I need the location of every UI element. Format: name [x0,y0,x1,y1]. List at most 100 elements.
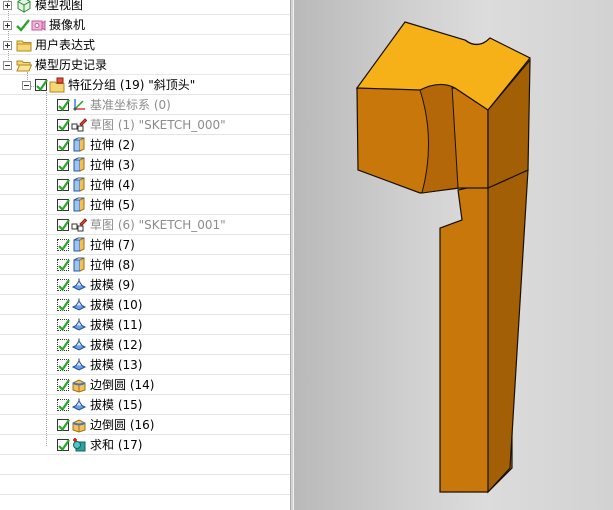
tree-row-cameras[interactable]: 摄像机 [0,15,290,35]
tree-row-label: 特征分组 (19) "斜顶头" [68,78,196,92]
tree-row-label: 拔模 (9) [90,278,135,292]
visibility-checkbox[interactable] [57,379,70,392]
tree-row-label: 模型视图 [35,0,84,12]
model-head-front-face [356,87,489,194]
tree-row-model-views[interactable]: 模型视图 [0,0,290,15]
tree-row-model-history[interactable]: 模型历史记录 [0,55,290,75]
collapse-toggle[interactable] [3,60,12,70]
tree-row-feature-group[interactable]: 特征分组 (19) "斜顶头" [0,75,290,95]
tree-row-label: 拔模 (15) [90,398,143,412]
tree-row-label: 摄像机 [49,18,86,32]
tree-row-label: 拉伸 (2) [90,138,135,152]
tree-row-empty [0,475,290,495]
tree-row-label: 拔模 (11) [90,318,143,332]
extrude-icon [71,157,87,173]
visibility-checkbox[interactable] [57,259,70,272]
tree-row-draft-9[interactable]: 拔模 (9) [0,275,290,295]
tree-row-label: 拉伸 (3) [90,158,135,172]
tree-row-label: 拉伸 (4) [90,178,135,192]
part-navigator-panel: 模型视图 摄像机 用户表达式 模型历史记录 特征分组 (19) "斜顶头" 基准… [0,0,290,510]
folder-open-icon [16,57,33,73]
visibility-checkbox[interactable] [57,119,70,132]
visibility-checkbox[interactable] [57,299,70,312]
tree-row-edge-blend-16[interactable]: 边倒圆 (16) [0,415,290,435]
tree-row-label: 基准坐标系 (0) [90,98,171,112]
tree-row-edge-blend-14[interactable]: 边倒圆 (14) [0,375,290,395]
visibility-checkbox[interactable] [35,79,48,92]
tree-row-label: 用户表达式 [35,38,96,52]
visibility-checkbox[interactable] [57,399,70,412]
datum-csys-icon [71,97,87,113]
tree-row-datum-csys[interactable]: 基准坐标系 (0) [0,95,290,115]
visibility-checkbox[interactable] [57,219,70,232]
edge-blend-icon [71,417,87,433]
sketch-icon [71,217,88,233]
extrude-icon [71,197,87,213]
visibility-checkbox[interactable] [57,179,70,192]
tree-row-extrude-3[interactable]: 拉伸 (3) [0,155,290,175]
checkmark-icon [16,17,30,33]
tree-row-label: 边倒圆 (14) [90,378,155,392]
visibility-checkbox[interactable] [57,199,70,212]
visibility-checkbox[interactable] [57,279,70,292]
visibility-checkbox[interactable] [57,359,70,372]
visibility-checkbox[interactable] [57,419,70,432]
tree-row-user-expressions[interactable]: 用户表达式 [0,35,290,55]
tree-row-draft-12[interactable]: 拔模 (12) [0,335,290,355]
graphics-viewport[interactable] [294,0,613,510]
tree-row-extrude-4[interactable]: 拉伸 (4) [0,175,290,195]
tree-row-label: 拉伸 (8) [90,258,135,272]
unite-icon [71,437,87,453]
visibility-checkbox[interactable] [57,139,70,152]
tree-row-label: 拉伸 (5) [90,198,135,212]
tree-row-sketch-6[interactable]: 草图 (6) "SKETCH_001" [0,215,290,235]
tree-row-extrude-7[interactable]: 拉伸 (7) [0,235,290,255]
tree-row-draft-10[interactable]: 拔模 (10) [0,295,290,315]
tree-row-label: 边倒圆 (16) [90,418,155,432]
expand-toggle[interactable] [3,20,12,30]
collapse-toggle[interactable] [22,80,31,90]
tree-row-extrude-2[interactable]: 拉伸 (2) [0,135,290,155]
draft-icon [71,397,87,413]
feature-group-folder-icon [49,77,65,93]
folder-icon [16,37,32,53]
tree-row-label: 模型历史记录 [35,58,108,72]
visibility-checkbox[interactable] [57,439,70,452]
camera-icon [30,17,46,33]
model-views-icon [16,0,32,13]
tree-row-unite-17[interactable]: 求和 (17) [0,435,290,455]
tree-row-draft-15[interactable]: 拔模 (15) [0,395,290,415]
sketch-icon [71,117,88,133]
tree-row-label: 草图 (1) "SKETCH_000" [90,118,226,132]
visibility-checkbox[interactable] [57,239,70,252]
model-3d-render [355,21,531,494]
tree-row-sketch-1[interactable]: 草图 (1) "SKETCH_000" [0,115,290,135]
tree-row-draft-11[interactable]: 拔模 (11) [0,315,290,335]
extrude-icon [71,257,87,273]
tree-row-label: 拔模 (12) [90,338,143,352]
tree-row-empty [0,455,290,475]
tree-row-label: 拉伸 (7) [90,238,135,252]
draft-icon [71,317,87,333]
visibility-checkbox[interactable] [57,319,70,332]
expand-toggle[interactable] [3,40,12,50]
tree-row-label: 拔模 (13) [90,358,143,372]
tree-row-extrude-8[interactable]: 拉伸 (8) [0,255,290,275]
draft-icon [71,297,87,313]
draft-icon [71,277,87,293]
extrude-icon [71,177,87,193]
visibility-checkbox[interactable] [57,339,70,352]
tree-row-draft-13[interactable]: 拔模 (13) [0,355,290,375]
tree-row-extrude-5[interactable]: 拉伸 (5) [0,195,290,215]
extrude-icon [71,137,87,153]
tree-row-label: 拔模 (10) [90,298,143,312]
extrude-icon [71,237,87,253]
expand-toggle[interactable] [3,0,12,10]
visibility-checkbox[interactable] [57,99,70,112]
edge-blend-icon [71,377,87,393]
visibility-checkbox[interactable] [57,159,70,172]
draft-icon [71,357,87,373]
tree-row-label: 草图 (6) "SKETCH_001" [90,218,226,232]
tree-row-label: 求和 (17) [90,438,143,452]
draft-icon [71,337,87,353]
